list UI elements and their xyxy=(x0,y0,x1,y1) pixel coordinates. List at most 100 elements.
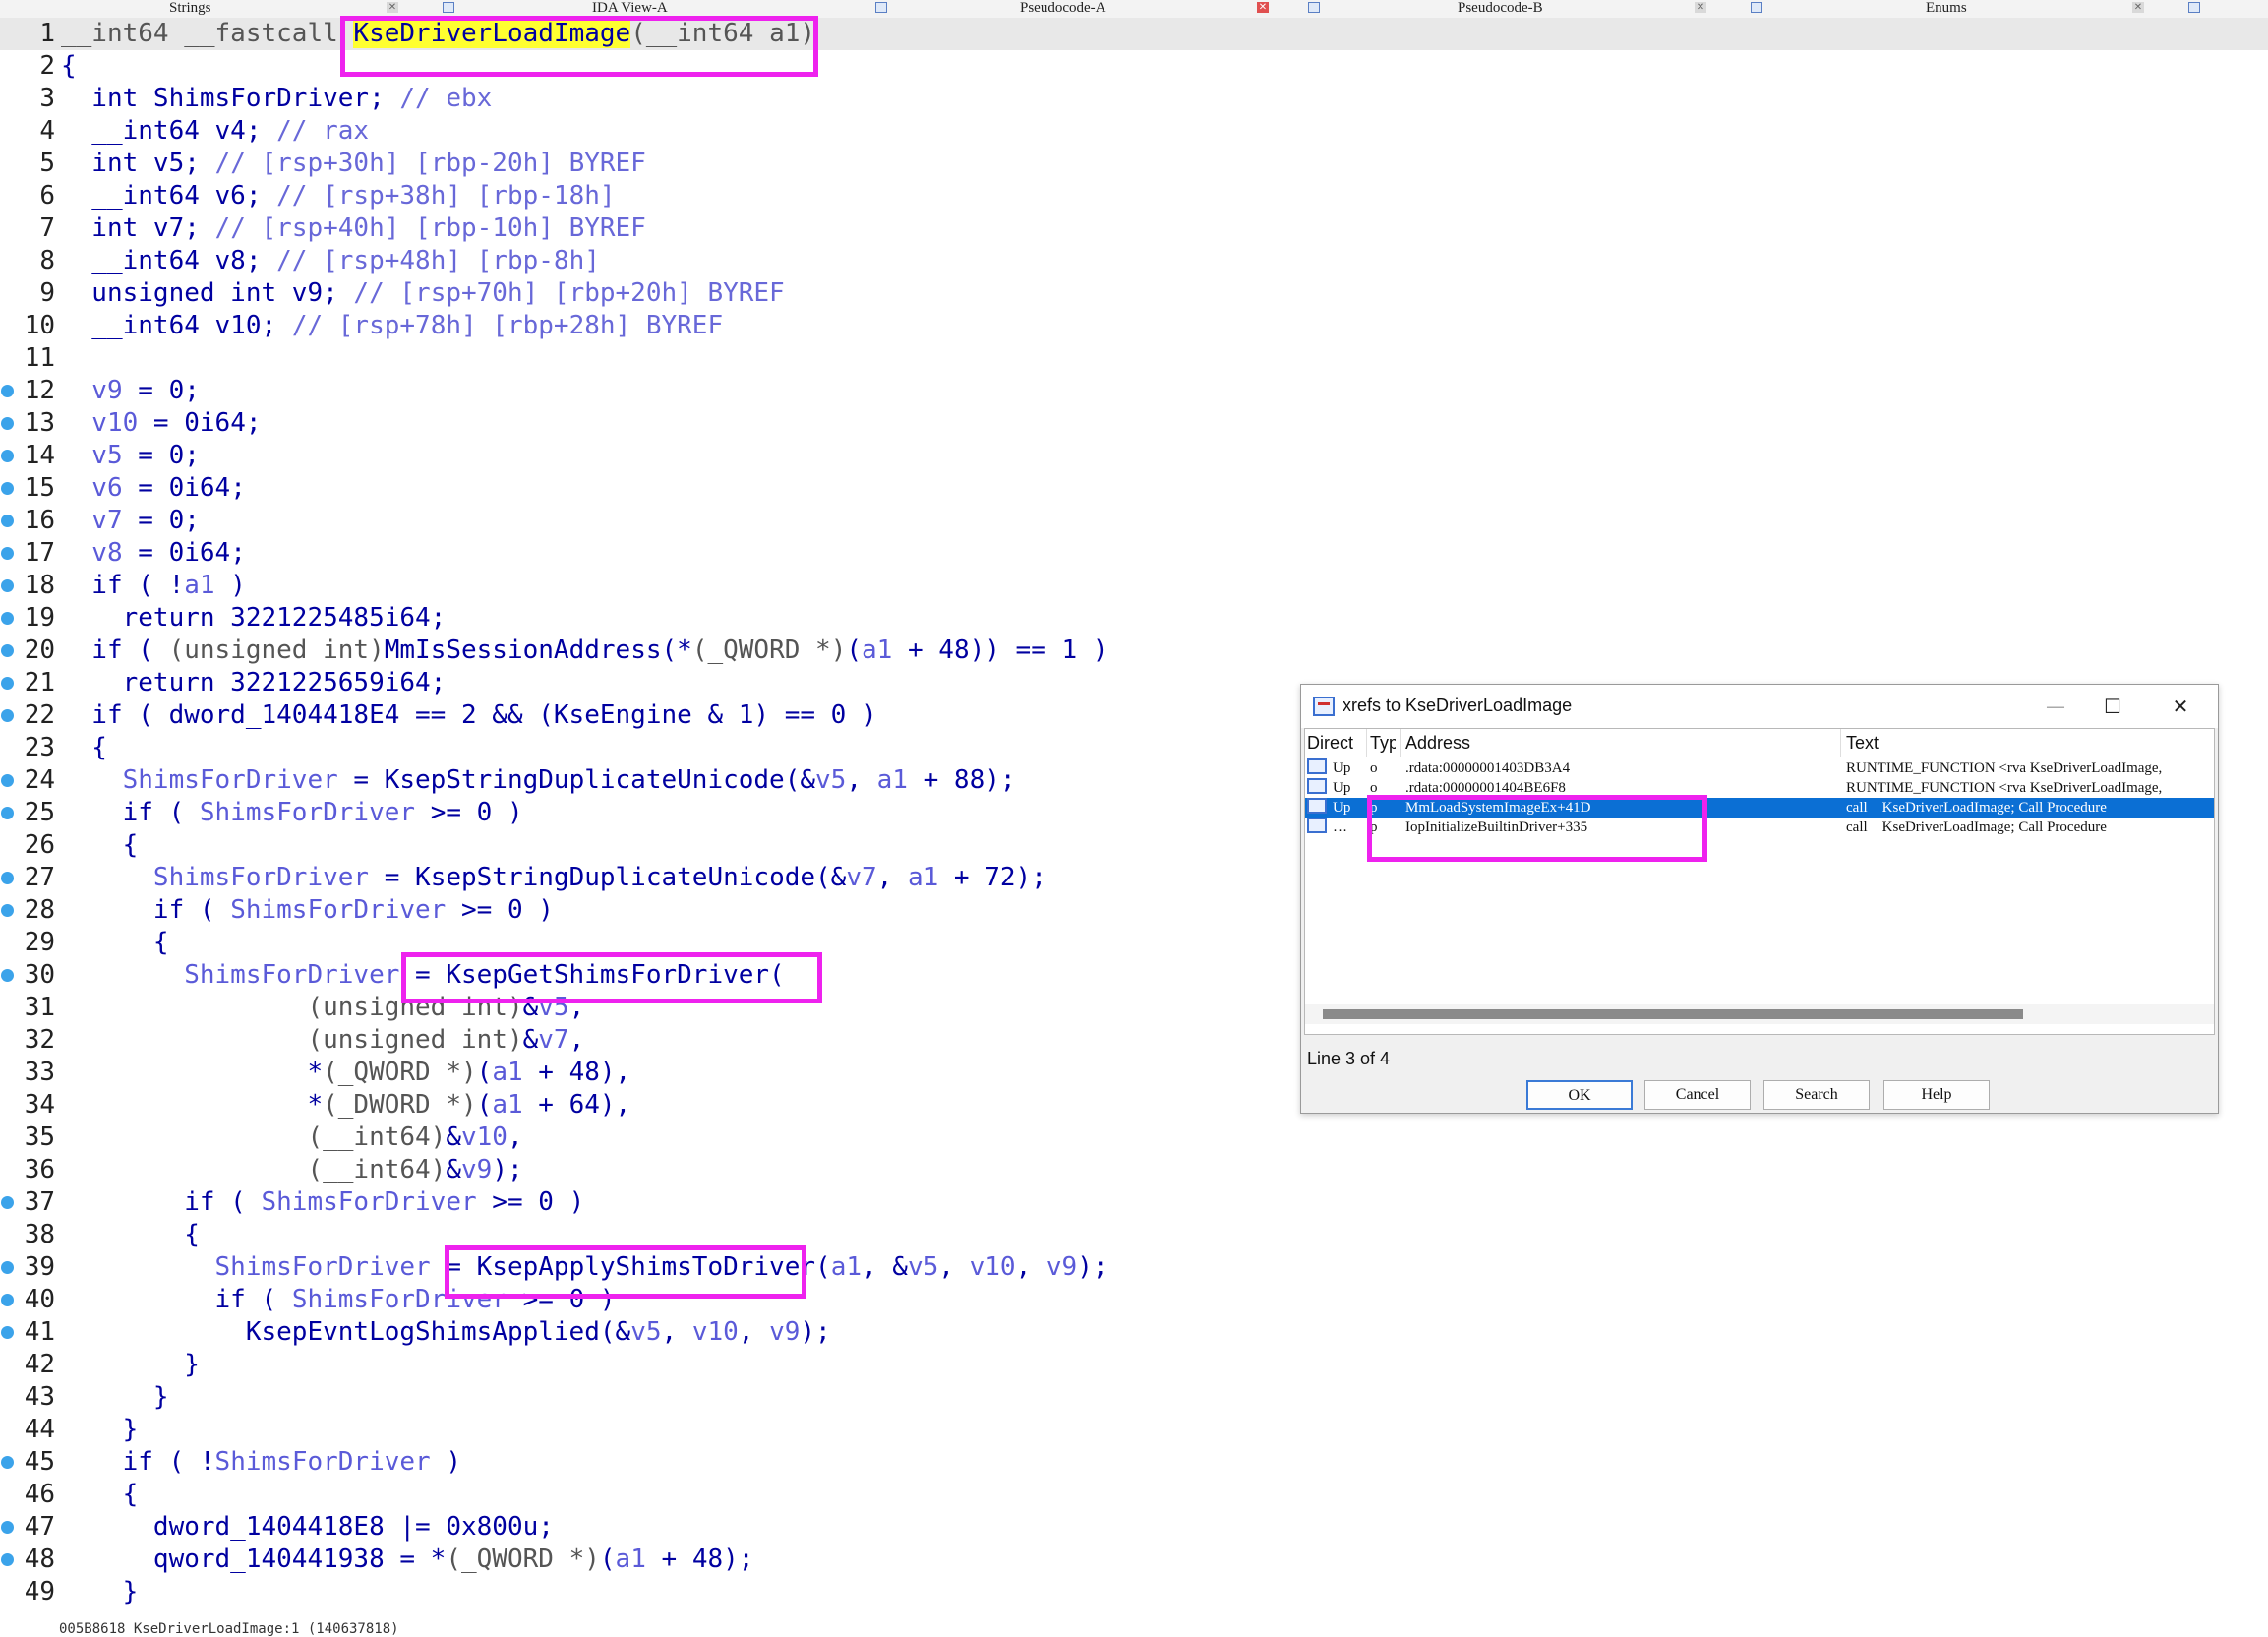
column-header-direction[interactable]: Direct xyxy=(1307,733,1353,754)
code-line[interactable]: 40 if ( ShimsForDriver >= 0 ) xyxy=(0,1284,2268,1316)
code-line[interactable]: 35 (__int64)&v10, xyxy=(0,1122,2268,1154)
code-token: & xyxy=(446,1155,461,1184)
code-text: KsepEvntLogShimsApplied(&v5, v10, v9); xyxy=(61,1316,831,1349)
code-line[interactable]: 44 } xyxy=(0,1414,2268,1446)
minimize-button[interactable]: — xyxy=(2034,693,2077,720)
code-line[interactable]: 46 { xyxy=(0,1479,2268,1511)
code-text: } xyxy=(61,1381,169,1414)
xrefs-list[interactable]: Direct Typ Address Text Up o .rdata:000000… xyxy=(1304,728,2215,1035)
code-token: = 0i64; xyxy=(122,538,246,568)
code-line[interactable]: 6 __int64 v6; // [rsp+38h] [rbp-18h] xyxy=(0,180,2268,212)
code-token: >= 0 ) xyxy=(415,798,523,827)
search-button[interactable]: Search xyxy=(1763,1080,1870,1110)
tab-pseudocode-b[interactable]: Pseudocode-B ✕ xyxy=(1298,0,1721,18)
code-text: int ShimsForDriver; // ebx xyxy=(61,83,492,115)
code-line[interactable]: 19 return 3221225485i64; xyxy=(0,602,2268,635)
help-button[interactable]: Help xyxy=(1883,1080,1990,1110)
xref-row[interactable]: Up o .rdata:00000001403DB3A4 RUNTIME_FUNCTI… xyxy=(1305,758,2214,778)
code-text: { xyxy=(61,50,77,83)
code-line[interactable]: 41 KsepEvntLogShimsApplied(&v5, v10, v9)… xyxy=(0,1316,2268,1349)
close-icon[interactable]: ✕ xyxy=(1695,2,1706,13)
close-icon[interactable]: ✕ xyxy=(1257,2,1269,13)
code-text: if ( ShimsForDriver >= 0 ) xyxy=(61,797,523,829)
line-number: 30 xyxy=(24,960,55,990)
line-number: 7 xyxy=(39,213,55,243)
column-divider[interactable] xyxy=(1400,729,1401,757)
column-divider[interactable] xyxy=(1840,729,1841,757)
code-line[interactable]: 14 v5 = 0; xyxy=(0,440,2268,472)
code-line[interactable]: 37 if ( ShimsForDriver >= 0 ) xyxy=(0,1186,2268,1219)
code-line[interactable]: 16 v7 = 0; xyxy=(0,505,2268,537)
line-number: 44 xyxy=(24,1415,55,1444)
code-line[interactable]: 13 v10 = 0i64; xyxy=(0,407,2268,440)
code-variable: ShimsForDriver xyxy=(199,798,416,827)
code-line[interactable]: 47 dword_1404418E8 |= 0x800u; xyxy=(0,1511,2268,1544)
line-number: 49 xyxy=(24,1577,55,1607)
code-token: , xyxy=(738,1317,770,1347)
code-line[interactable]: 18 if ( !a1 ) xyxy=(0,570,2268,602)
code-line[interactable]: 3 int ShimsForDriver; // ebx xyxy=(0,83,2268,115)
code-comment: // [rsp+78h] [rbp+28h] BYREF xyxy=(291,311,724,340)
code-line[interactable]: 20 if ( (unsigned int)MmIsSessionAddress… xyxy=(0,635,2268,667)
code-token: if ( ! xyxy=(61,1447,215,1477)
tab-pseudocode-a[interactable]: Pseudocode-A ✕ xyxy=(865,0,1288,18)
column-divider[interactable] xyxy=(1366,729,1367,757)
maximize-button[interactable]: ☐ xyxy=(2091,693,2134,720)
code-line[interactable]: 12 v9 = 0; xyxy=(0,375,2268,407)
code-token: , & xyxy=(862,1252,908,1282)
code-token: { xyxy=(61,830,139,860)
close-button[interactable]: ✕ xyxy=(2159,693,2202,720)
column-header-address[interactable]: Address xyxy=(1405,733,1470,754)
line-number: 47 xyxy=(24,1512,55,1542)
view-icon xyxy=(2188,2,2200,13)
code-line[interactable]: 5 int v5; // [rsp+30h] [rbp-20h] BYREF xyxy=(0,148,2268,180)
code-line[interactable]: 11 xyxy=(0,342,2268,375)
code-line[interactable]: 17 v8 = 0i64; xyxy=(0,537,2268,570)
code-line[interactable]: 36 (__int64)&v9); xyxy=(0,1154,2268,1186)
code-token: { xyxy=(61,51,77,81)
code-line[interactable]: 45 if ( !ShimsForDriver ) xyxy=(0,1446,2268,1479)
code-line[interactable]: 10 __int64 v10; // [rsp+78h] [rbp+28h] B… xyxy=(0,310,2268,342)
tab-overflow[interactable] xyxy=(2188,0,2208,18)
close-icon[interactable]: ✕ xyxy=(2132,2,2144,13)
dialog-titlebar[interactable]: xrefs to KseDriverLoadImage — ☐ ✕ xyxy=(1301,685,2218,728)
line-number: 38 xyxy=(24,1220,55,1249)
tab-enums[interactable]: Enums ✕ xyxy=(1741,0,2144,18)
code-line[interactable]: 43 } xyxy=(0,1381,2268,1414)
code-token: if ( xyxy=(61,1285,292,1314)
ok-button[interactable]: OK xyxy=(1526,1080,1633,1110)
line-number: 14 xyxy=(24,441,55,470)
xref-text: call KseDriverLoadImage; Call Procedure xyxy=(1846,800,2107,816)
code-line[interactable]: 4 __int64 v4; // rax xyxy=(0,115,2268,148)
code-token: & xyxy=(522,1025,539,1055)
code-line[interactable]: 38 { xyxy=(0,1219,2268,1251)
code-line[interactable]: 42 } xyxy=(0,1349,2268,1381)
code-line[interactable]: 9 unsigned int v9; // [rsp+70h] [rbp+20h… xyxy=(0,277,2268,310)
xref-address: .rdata:00000001403DB3A4 xyxy=(1405,760,1571,776)
code-line[interactable]: 48 qword_140441938 = *(_QWORD *)(a1 + 48… xyxy=(0,1544,2268,1576)
code-text: int v5; // [rsp+30h] [rbp-20h] BYREF xyxy=(61,148,646,180)
line-number: 45 xyxy=(24,1447,55,1477)
code-line[interactable]: 49 } xyxy=(0,1576,2268,1608)
line-number: 20 xyxy=(24,636,55,665)
code-token: __int64 v8; xyxy=(61,246,277,275)
line-number: 25 xyxy=(24,798,55,827)
close-icon[interactable]: ✕ xyxy=(387,2,398,13)
code-line[interactable]: 15 v6 = 0i64; xyxy=(0,472,2268,505)
code-line[interactable]: 39 ShimsForDriver = KsepApplyShimsToDriv… xyxy=(0,1251,2268,1284)
code-token: { xyxy=(61,1480,139,1509)
column-header-type[interactable]: Typ xyxy=(1370,733,1396,754)
dialog-title: xrefs to KseDriverLoadImage xyxy=(1343,696,1573,715)
code-token: * xyxy=(61,1058,324,1087)
cancel-button[interactable]: Cancel xyxy=(1644,1080,1751,1110)
code-line[interactable]: 8 __int64 v8; // [rsp+48h] [rbp-8h] xyxy=(0,245,2268,277)
code-token: = KsepStringDuplicateUnicode(& xyxy=(337,765,816,795)
code-line[interactable]: 7 int v7; // [rsp+40h] [rbp-10h] BYREF xyxy=(0,212,2268,245)
scrollbar-thumb[interactable] xyxy=(1323,1009,2023,1019)
code-token: (_QWORD *) xyxy=(691,636,847,665)
line-info: Line 3 of 4 xyxy=(1307,1049,1391,1068)
code-token: , xyxy=(661,1317,692,1347)
column-header-text[interactable]: Text xyxy=(1846,733,1879,754)
code-token: MmIsSessionAddress(* xyxy=(384,636,692,665)
code-text: { xyxy=(61,1219,200,1251)
